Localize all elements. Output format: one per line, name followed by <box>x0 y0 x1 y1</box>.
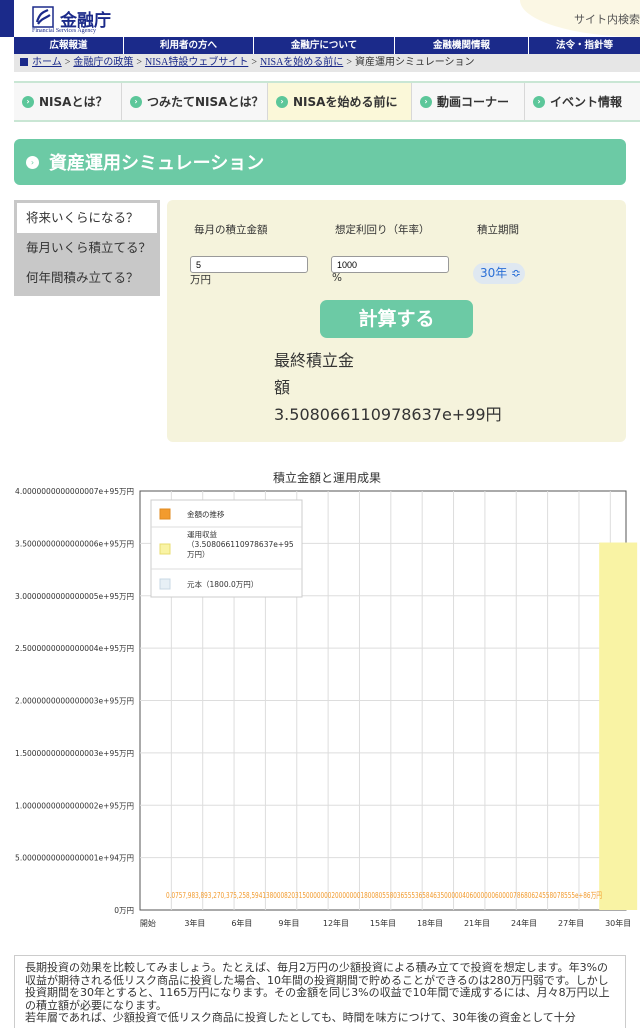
breadcrumb-separator: > <box>346 57 352 68</box>
monthly-amount-label: 毎月の積立金額 <box>194 224 268 236</box>
chevron-right-icon: › <box>420 95 432 108</box>
y-tick-label: 1.0000000000000002e+95万円 <box>15 801 134 810</box>
x-tick-label: 27年目 <box>558 918 584 928</box>
breadcrumb-separator: > <box>251 57 257 68</box>
x-tick-label: 15年目 <box>370 918 396 928</box>
breadcrumb: ホーム > 金融庁の政策 > NISA特設ウェブサイト > NISAを始める前に > 資産運用シ… <box>14 54 640 72</box>
chevron-right-icon: › <box>276 95 288 108</box>
fsa-logo[interactable]: 金融庁 Financial Services Agency <box>30 4 130 34</box>
x-tick-label: 9年目 <box>278 918 299 928</box>
breadcrumb-link-policy[interactable]: 金融庁の政策 <box>73 57 133 68</box>
y-tick-label: 0万円 <box>114 906 134 915</box>
description-box: 長期投資の効果を比較してみましょう。たとえば、毎月2万円の少額投資による積み立て… <box>14 955 626 1028</box>
simulation-mode-menu: 将来いくらになる？ 毎月いくら積立てる？ 何年間積み立てる？ <box>14 200 160 296</box>
legend-swatch-returns <box>159 543 171 555</box>
mode-monthly-amount[interactable]: 毎月いくら積立てる？ <box>17 233 157 263</box>
x-tick-label: 30年目 <box>605 918 631 928</box>
x-tick-label: 24年目 <box>511 918 537 928</box>
nav-item-press[interactable]: 広報報道 <box>14 37 124 54</box>
y-tick-label: 3.0000000000000005e+95万円 <box>15 592 134 601</box>
period-select[interactable]: 30年 ≎ <box>473 263 525 284</box>
breadcrumb-separator: > <box>136 57 142 68</box>
tab-tsumitate-nisa[interactable]: › つみたてNISAとは？ <box>122 83 268 120</box>
tab-label: つみたてNISAとは？ <box>147 95 264 109</box>
logo-subtitle: Financial Services Agency <box>32 28 96 34</box>
breadcrumb-separator: > <box>64 57 71 68</box>
result-block: 最終積立金額 3.508066110978637e+99円 <box>274 347 524 428</box>
tab-events[interactable]: › イベント情報 <box>525 83 640 120</box>
global-nav: 広報報道 利用者の方へ 金融庁について 金融機関情報 法令・指針等 <box>14 37 640 54</box>
chevron-right-icon: › <box>22 95 34 108</box>
simulation-form: 毎月の積立金額 想定利回り（年率） 積立期間 万円 % 30年 ≎ 計算する 最… <box>167 200 626 442</box>
x-tick-label: 18年目 <box>417 918 443 928</box>
tab-nisa-about[interactable]: › NISAとは？ <box>14 83 122 120</box>
breadcrumb-link-home[interactable]: ホーム <box>32 57 62 68</box>
legend-label: 金額の推移 <box>187 509 225 519</box>
chevron-right-icon: › <box>130 95 142 108</box>
y-tick-label: 4.0000000000000007e+95万円 <box>15 487 134 496</box>
site-search-link[interactable]: サイト内検索 <box>574 11 640 27</box>
calculate-button[interactable]: 計算する <box>320 300 473 338</box>
x-tick-label: 開始 <box>140 918 156 928</box>
mode-years[interactable]: 何年間積み立てる？ <box>17 263 157 293</box>
description-paragraph: 長期投資の効果を比較してみましょう。たとえば、毎月2万円の少額投資による積み立て… <box>25 961 610 1012</box>
result-value: 3.508066110978637e+99円 <box>274 405 502 424</box>
y-tick-label: 3.5000000000000006e+95万円 <box>15 539 134 548</box>
legend-swatch-line <box>159 508 171 520</box>
y-tick-label: 5.0000000000000001e+94万円 <box>15 854 134 863</box>
breadcrumb-link-nisa-site[interactable]: NISA特設ウェブサイト <box>145 57 248 68</box>
x-tick-label: 21年目 <box>464 918 490 928</box>
nav-item-about[interactable]: 金融庁について <box>254 37 395 54</box>
breadcrumb-square-icon <box>20 58 28 66</box>
nav-item-users[interactable]: 利用者の方へ <box>124 37 254 54</box>
monthly-amount-unit: 万円 <box>190 274 211 286</box>
x-tick-label: 3年目 <box>184 918 205 928</box>
page-title: 資産運用シミュレーション <box>49 153 265 174</box>
description-paragraph: 若年層であれば、少額投資で低リスク商品に投資したとしても、時間を味方につけて、3… <box>25 1011 576 1024</box>
legend-label: 元本（1800.0万円） <box>187 579 258 589</box>
interest-rate-label: 想定利回り（年率） <box>335 224 430 236</box>
y-tick-label: 2.0000000000000003e+95万円 <box>15 697 134 706</box>
interest-rate-unit: % <box>332 272 342 284</box>
chart-container: 積立金額と運用成果 4.0000000000000007e+95万円 3.50000… <box>0 462 640 937</box>
mode-future-amount[interactable]: 将来いくらになる？ <box>17 203 157 233</box>
section-tab-menu: › NISAとは？ › つみたてNISAとは？ › NISAを始める前に › 動画コーナ… <box>14 81 640 122</box>
bar-value-labels: 0.0757,983,893,270,375,258,5941380008203… <box>166 891 602 900</box>
tab-label: 動画コーナー <box>437 95 510 109</box>
bar-returns <box>599 542 638 910</box>
header-left-bar <box>0 0 14 37</box>
tab-label: NISAとは？ <box>39 95 108 109</box>
y-tick-label: 1.5000000000000003e+95万円 <box>15 749 134 758</box>
tab-label: NISAを始める前に <box>293 95 398 109</box>
nav-item-laws[interactable]: 法令・指針等 <box>529 37 640 54</box>
site-header: 金融庁 Financial Services Agency サイト内検索 <box>0 0 640 37</box>
tab-before-start[interactable]: › NISAを始める前に <box>268 83 412 120</box>
x-tick-label: 12年目 <box>323 918 349 928</box>
nav-item-institutions[interactable]: 金融機関情報 <box>395 37 529 54</box>
fsa-logo-mark-icon <box>32 6 54 28</box>
chevron-right-icon: › <box>533 95 545 108</box>
y-tick-label: 2.5000000000000004e+95万円 <box>15 644 134 653</box>
interest-rate-input[interactable] <box>331 256 449 273</box>
x-tick-label: 6年目 <box>231 918 252 928</box>
chart-title: 積立金額と運用成果 <box>273 470 381 485</box>
tab-video-corner[interactable]: › 動画コーナー <box>412 83 525 120</box>
result-label: 最終積立金額 <box>274 351 355 397</box>
tab-label: イベント情報 <box>550 95 623 109</box>
period-label: 積立期間 <box>477 224 519 236</box>
monthly-amount-input[interactable] <box>190 256 308 273</box>
page-title-bar: › 資産運用シミュレーション <box>14 139 626 185</box>
breadcrumb-link-before-start[interactable]: NISAを始める前に <box>260 57 343 68</box>
legend-swatch-principal <box>159 578 171 590</box>
result-chart: 積立金額と運用成果 4.0000000000000007e+95万円 3.50000… <box>15 470 638 928</box>
chevron-right-icon: › <box>26 155 39 169</box>
breadcrumb-current: 資産運用シミュレーション <box>354 57 475 68</box>
